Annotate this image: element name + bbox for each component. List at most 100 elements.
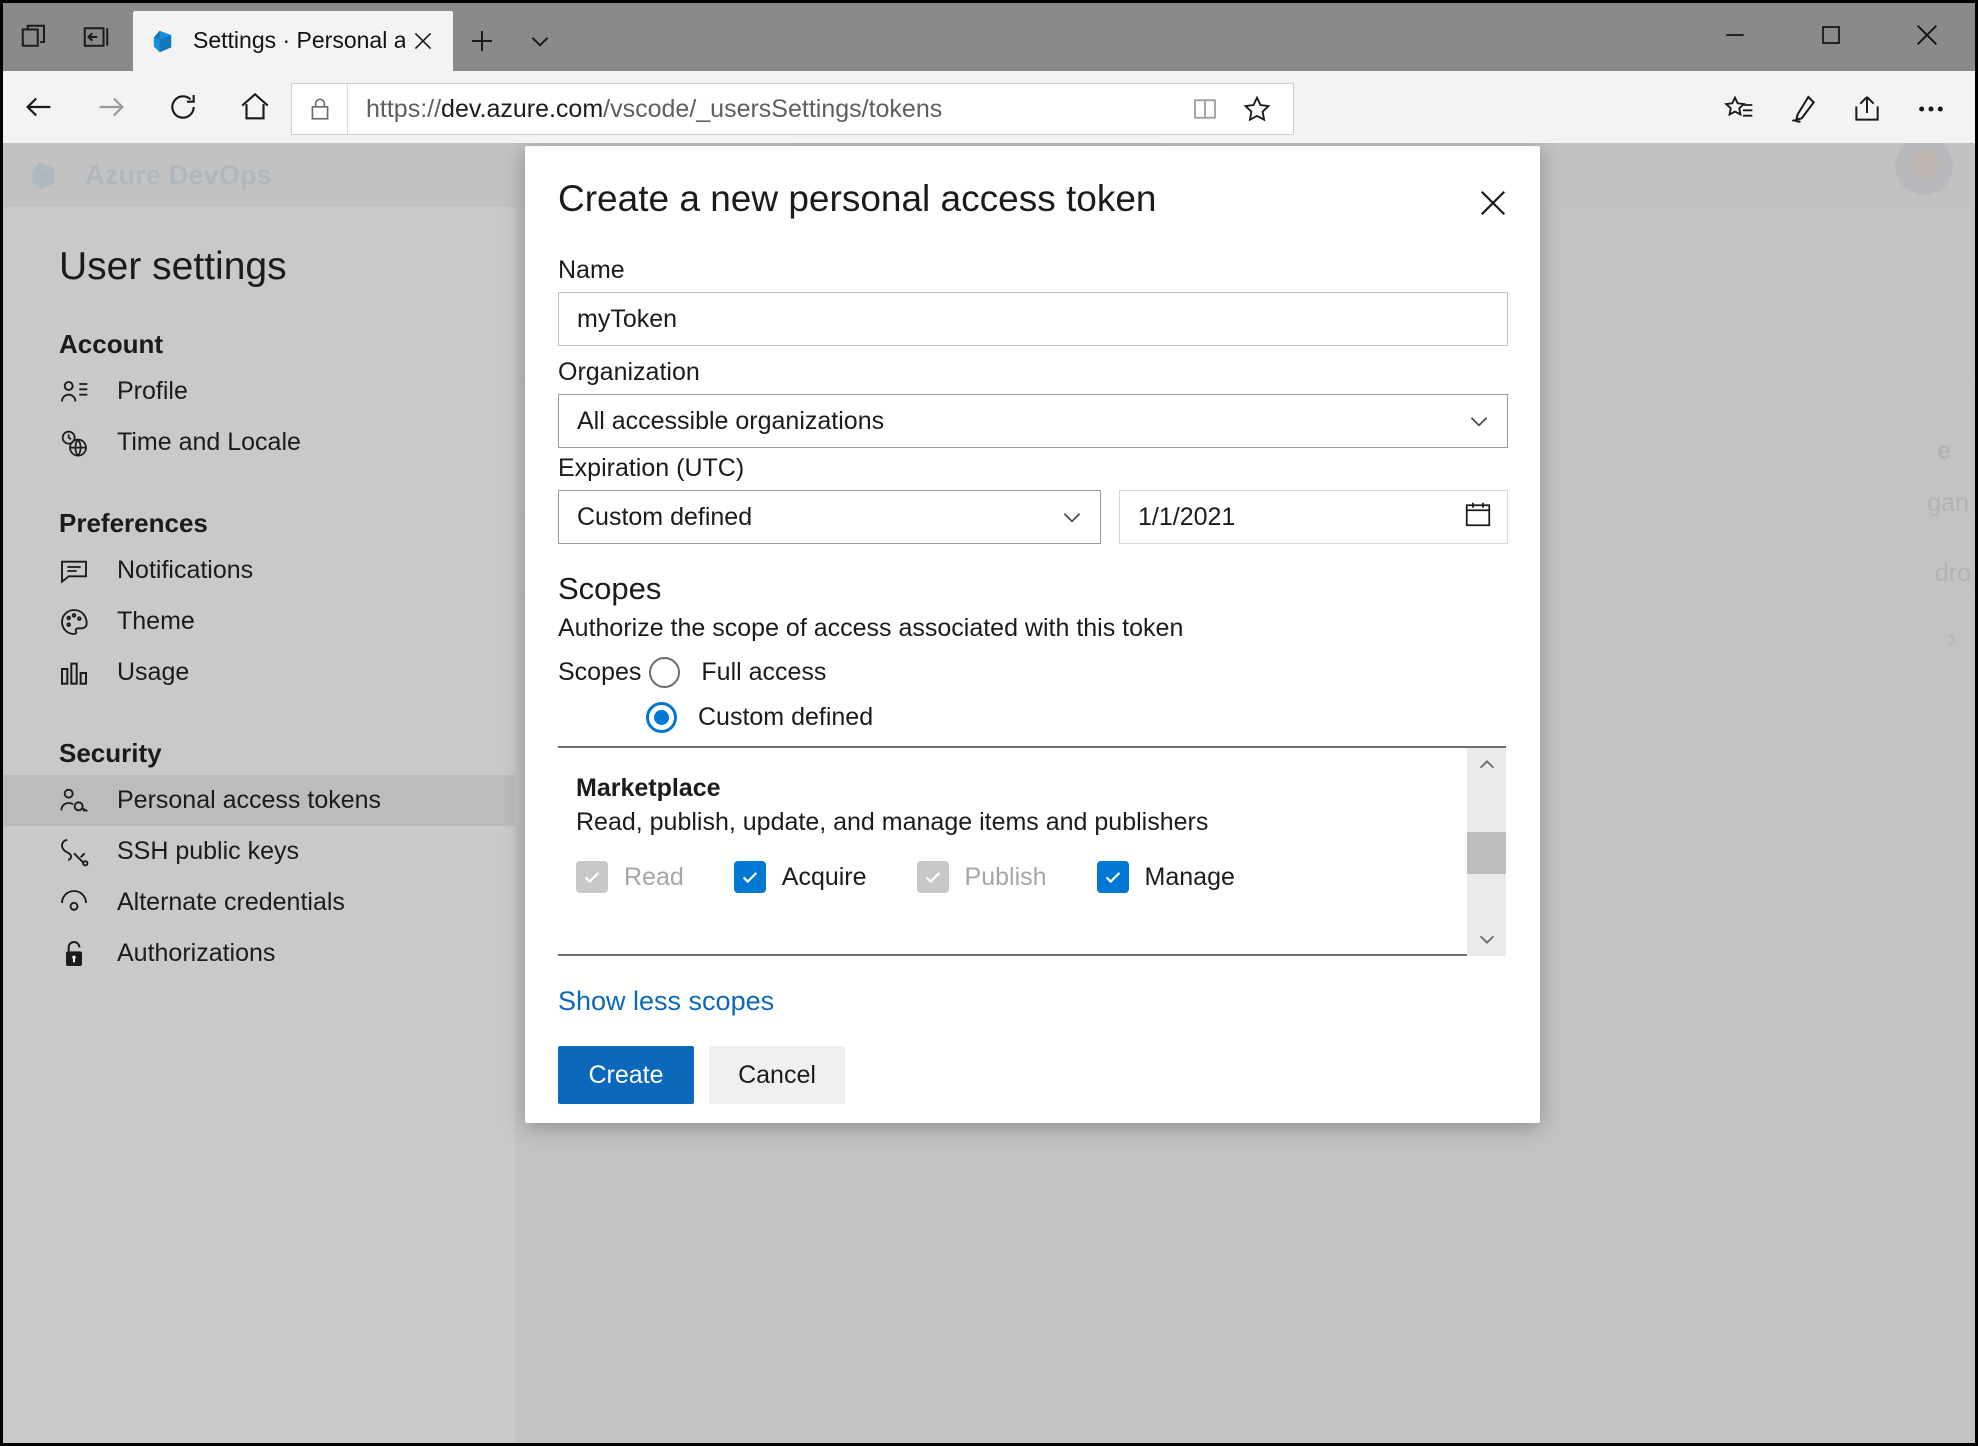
azure-devops-favicon — [153, 30, 172, 53]
scope-scrollport: Marketplace Read, publish, update, and m… — [558, 748, 1467, 956]
profile-icon — [57, 375, 91, 409]
usage-bar-chart-icon — [57, 656, 91, 690]
tab-close-icon[interactable] — [405, 23, 441, 59]
expiration-date-input[interactable]: 1/1/2021 — [1119, 490, 1508, 544]
maximize-icon[interactable] — [1783, 3, 1879, 67]
checkbox-read-icon — [576, 861, 608, 893]
alternate-credentials-icon — [57, 886, 91, 920]
scope-option-full-access[interactable]: Scopes Full access — [558, 657, 1540, 688]
sidebar-item-profile[interactable]: Profile — [3, 366, 515, 417]
url-text: https://dev.azure.com/vscode/_usersSetti… — [366, 94, 943, 123]
expiration-preset-select[interactable]: Custom defined — [558, 490, 1101, 544]
forward-icon[interactable] — [75, 71, 147, 143]
scope-list-scrollbar[interactable] — [1467, 748, 1506, 956]
sidebar-item-theme[interactable]: Theme — [3, 596, 515, 647]
scopes-heading: Scopes — [558, 571, 662, 606]
sidebar-item-usage[interactable]: Usage — [3, 647, 515, 698]
sidebar-item-time-and-locale[interactable]: Time and Locale — [3, 417, 515, 468]
organization-field-block: Organization All accessible organization… — [525, 358, 1540, 448]
chevron-down-icon — [1058, 503, 1086, 531]
address-bar-icons — [1179, 83, 1293, 135]
create-token-dialog: Create a new personal access token Name … — [525, 146, 1540, 1123]
name-field-block: Name myToken — [525, 256, 1540, 346]
radio-full-access[interactable] — [649, 657, 681, 688]
checkbox-acquire-icon[interactable] — [733, 861, 766, 893]
home-icon[interactable] — [219, 71, 291, 143]
web-notes-pen-icon[interactable] — [1771, 83, 1835, 135]
close-icon[interactable] — [1468, 178, 1518, 228]
lock-icon — [292, 84, 348, 134]
reading-view-icon[interactable] — [1179, 83, 1231, 135]
title-bar: Settings · Personal acceː — [3, 3, 1975, 71]
new-tab-button[interactable] — [453, 11, 511, 71]
close-icon[interactable] — [1879, 3, 1975, 67]
scopes-radio-prefix-label: Scopes — [558, 658, 642, 686]
minimize-icon[interactable] — [1687, 3, 1783, 67]
chevron-up-icon[interactable] — [1467, 748, 1506, 782]
notifications-icon — [57, 554, 91, 588]
sidebar-item-ssh-public-keys[interactable]: SSH public keys — [3, 826, 515, 877]
organization-label: Organization — [558, 358, 700, 386]
expiration-field-block: Expiration (UTC) Custom defined 1/1/2021 — [525, 454, 1540, 544]
unlock-icon — [57, 937, 91, 971]
scope-group-name: Marketplace — [576, 774, 721, 802]
show-less-scopes-link[interactable]: Show less scopes — [558, 986, 774, 1017]
person-key-icon — [57, 784, 91, 818]
sidebar-item-label: Notifications — [117, 556, 254, 584]
permission-manage[interactable]: Manage — [1096, 861, 1235, 893]
browser-tab[interactable]: Settings · Personal acceː — [133, 11, 453, 71]
scopes-description: Authorize the scope of access associated… — [558, 614, 1184, 642]
palette-icon — [57, 605, 91, 639]
create-button[interactable]: Create — [558, 1046, 694, 1104]
permission-publish: Publish — [916, 861, 1047, 893]
permission-label: Manage — [1144, 862, 1235, 891]
share-icon[interactable] — [1835, 83, 1899, 135]
more-options-icon[interactable] — [1899, 83, 1963, 135]
scope-option-custom-defined[interactable]: Custom defined — [558, 702, 1540, 733]
sidebar-item-alternate-credentials[interactable]: Alternate credentials — [3, 877, 515, 928]
expiration-preset-value: Custom defined — [577, 502, 753, 531]
expiration-row: Custom defined 1/1/2021 — [558, 490, 1540, 544]
ssh-key-icon — [57, 835, 91, 869]
sidebar-item-label: Usage — [117, 658, 190, 686]
window-controls — [1687, 3, 1975, 67]
tab-preview-icon[interactable] — [3, 3, 65, 71]
set-tabs-aside-icon[interactable] — [65, 3, 127, 71]
sidebar-item-personal-access-tokens[interactable]: Personal access tokens — [3, 775, 515, 826]
tab-title: Settings · Personal acceː — [193, 27, 405, 54]
radio-custom-defined[interactable] — [646, 702, 677, 733]
favorites-list-icon[interactable] — [1707, 83, 1771, 135]
browser-window: Settings · Personal acceː — [0, 0, 1978, 1446]
checkbox-manage-icon[interactable] — [1096, 861, 1129, 893]
scope-list: Marketplace Read, publish, update, and m… — [558, 746, 1506, 956]
sidebar-item-label: Personal access tokens — [117, 786, 382, 814]
organization-select[interactable]: All accessible organizations — [558, 394, 1508, 448]
permission-label: Read — [624, 862, 684, 891]
dialog-title: Create a new personal access token — [558, 178, 1157, 219]
checkbox-publish-icon — [916, 861, 949, 893]
page-content: Azure DevOps e gan dro › User settings A… — [3, 143, 1975, 1443]
expiration-label: Expiration (UTC) — [558, 454, 745, 482]
cancel-button[interactable]: Cancel — [709, 1046, 845, 1104]
favorite-star-icon[interactable] — [1231, 83, 1283, 135]
name-input[interactable]: myToken — [558, 292, 1508, 346]
clock-globe-icon — [57, 426, 91, 460]
address-bar[interactable]: https://dev.azure.com/vscode/_usersSetti… — [291, 83, 1294, 135]
nav-section-security: Security — [59, 738, 162, 768]
tab-list-chevron-icon[interactable] — [511, 11, 569, 71]
sidebar-item-authorizations[interactable]: Authorizations — [3, 928, 515, 979]
calendar-icon[interactable] — [1463, 499, 1493, 536]
scope-divider — [558, 954, 1467, 956]
permission-read: Read — [576, 861, 684, 893]
sidebar-item-label: Theme — [117, 607, 195, 635]
scope-group-description: Read, publish, update, and manage items … — [576, 808, 1209, 836]
scope-option-label: Full access — [701, 658, 827, 686]
permission-acquire[interactable]: Acquire — [733, 861, 867, 893]
chevron-down-icon[interactable] — [1467, 922, 1506, 956]
scrollbar-thumb[interactable] — [1467, 832, 1506, 874]
sidebar-item-notifications[interactable]: Notifications — [3, 545, 515, 596]
refresh-icon[interactable] — [147, 71, 219, 143]
permission-label: Acquire — [781, 862, 867, 891]
sidebar-item-label: SSH public keys — [117, 837, 300, 865]
back-icon[interactable] — [3, 71, 75, 143]
